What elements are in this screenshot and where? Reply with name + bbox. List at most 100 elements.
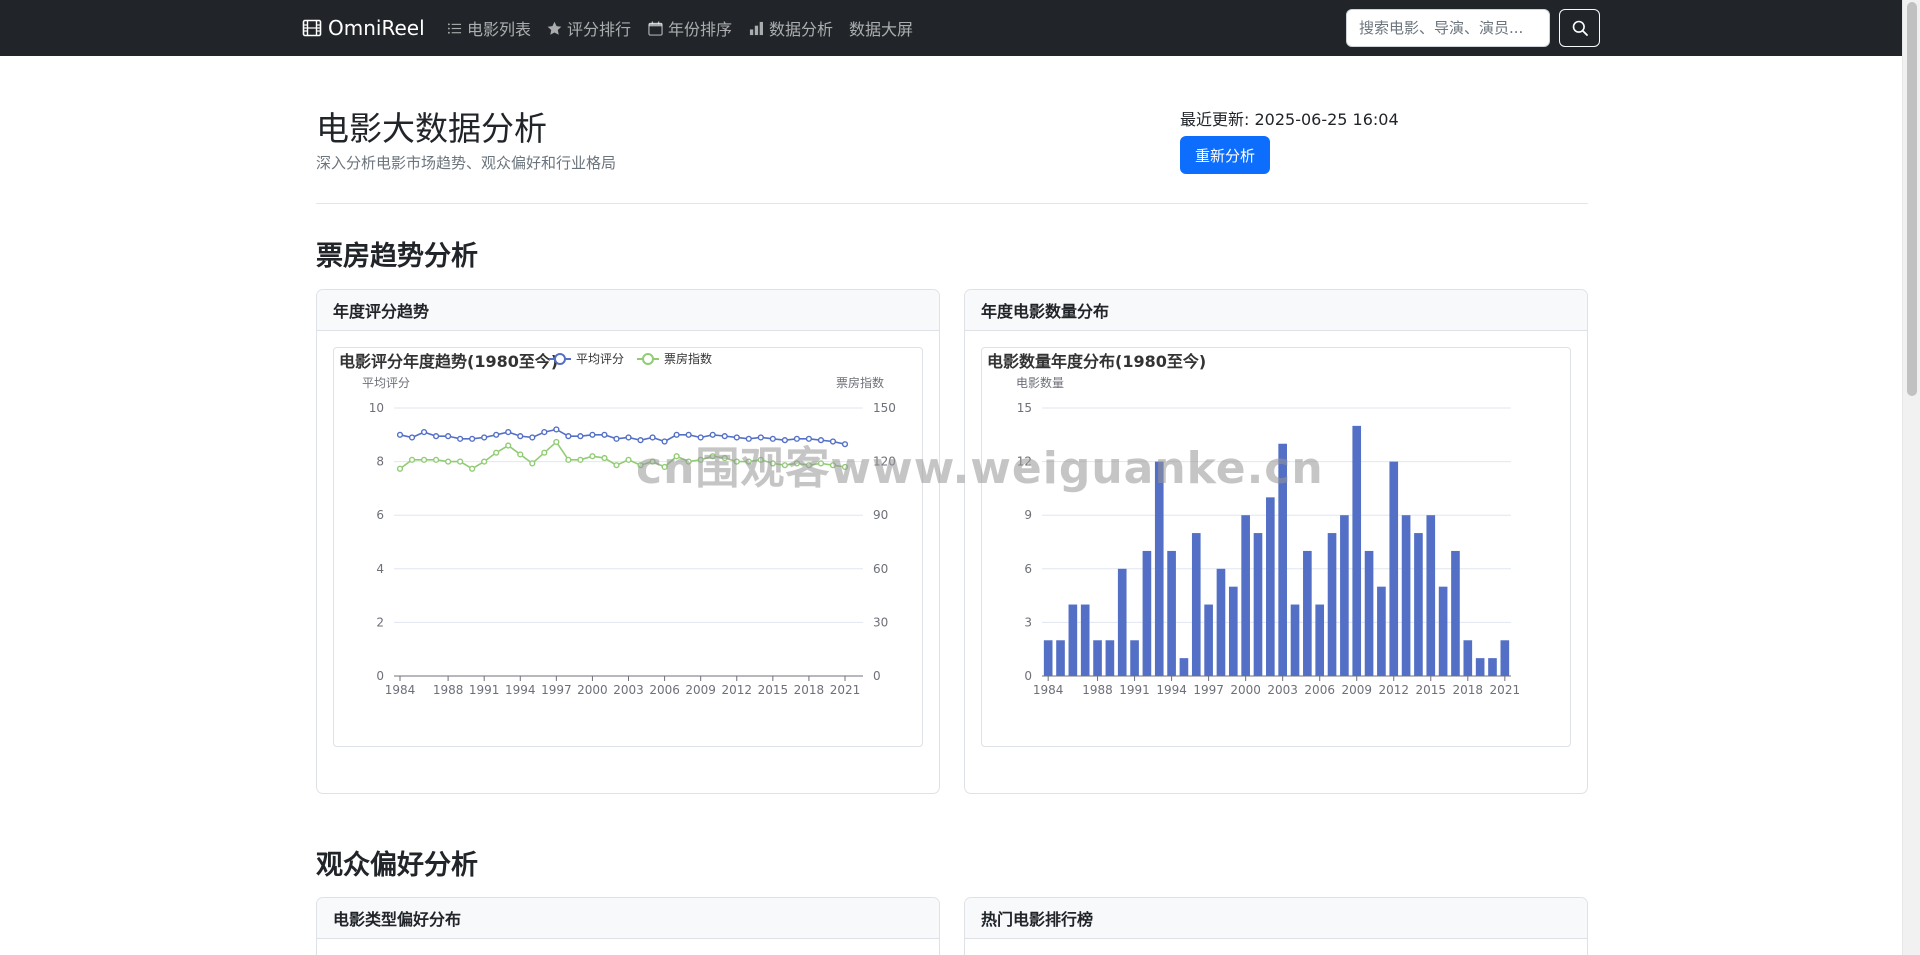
x-tick-label: 1984 <box>1033 683 1064 697</box>
data-point <box>841 463 849 471</box>
x-tick-label: 1984 <box>385 683 416 697</box>
y-tick-label: 6 <box>1024 562 1032 576</box>
data-point <box>505 429 512 436</box>
bar <box>1154 461 1164 676</box>
bar <box>1278 443 1287 676</box>
rating-trend-chart-box: 电影评分年度趋势(1980至今) 平均评分 票房指数 平均评分 票房指数 0 2 4 6 8 10 0… <box>333 347 923 747</box>
y-tick-label: 8 <box>376 455 384 469</box>
nav-data-screen[interactable]: 数据大屏 <box>849 17 913 39</box>
data-point <box>517 433 524 440</box>
data-point <box>781 462 788 469</box>
data-point <box>613 462 620 469</box>
data-point <box>493 431 500 438</box>
data-point <box>396 465 404 472</box>
search-button[interactable] <box>1559 9 1600 47</box>
last-update-text: 最近更新: 2025-06-25 16:04 <box>1180 110 1399 129</box>
reanalyze-button[interactable]: 重新分析 <box>1180 136 1270 174</box>
data-point <box>529 460 536 467</box>
data-point <box>408 434 416 441</box>
nav-rating-rank[interactable]: 评分排行 <box>547 17 631 39</box>
data-point <box>733 458 740 465</box>
bar <box>1414 533 1423 676</box>
bar <box>1364 550 1374 676</box>
data-point <box>709 453 716 460</box>
bar <box>1056 640 1065 676</box>
data-point <box>445 433 452 440</box>
data-point <box>481 458 488 465</box>
data-point <box>817 437 825 444</box>
x-tick-label: 1997 <box>541 683 572 697</box>
bar <box>1426 515 1436 676</box>
data-point <box>781 437 788 444</box>
data-point <box>637 437 644 444</box>
bar <box>1068 604 1078 676</box>
bar <box>1093 640 1102 676</box>
x-tick-label: 2009 <box>685 683 716 697</box>
top-navbar: OmniReel 电影列表 评分排行 年份排序 数据分析 数据大屏 搜索电影、导… <box>0 0 1902 56</box>
scrollbar-thumb[interactable] <box>1907 2 1917 396</box>
data-point <box>805 462 813 469</box>
data-point <box>505 442 512 449</box>
rating-trend-chart: 电影评分年度趋势(1980至今) 平均评分 票房指数平均评分 票房指数02468100… <box>339 351 896 697</box>
count-distribution-chart: 电影数量年度分布(1980至今) 电影数量 0 3 6 9 12 15 1984 1988 1991… <box>987 352 1520 697</box>
bar <box>1080 604 1090 676</box>
search-input[interactable] <box>1346 9 1550 47</box>
y-axis-label: 平均评分 <box>362 376 410 390</box>
data-point <box>829 438 837 445</box>
card-header-count-distribution: 年度电影数量分布 <box>965 290 1587 331</box>
data-point <box>432 433 440 440</box>
data-point <box>841 441 849 448</box>
legend-label: 平均评分 <box>576 352 624 366</box>
bar <box>1204 604 1213 676</box>
card-genre-preference: 电影类型偏好分布 <box>316 897 940 955</box>
card-header-genre-preference: 电影类型偏好分布 <box>317 898 939 939</box>
nav-year-sort-label: 年份排序 <box>668 20 733 39</box>
x-tick-label: 1994 <box>1156 683 1187 697</box>
data-point <box>817 460 825 467</box>
x-tick-label: 1997 <box>1193 683 1224 697</box>
nav-year-sort[interactable]: 年份排序 <box>648 17 732 39</box>
bar <box>1179 658 1189 676</box>
y2-axis-label: 票房指数 <box>836 375 884 390</box>
data-point <box>396 431 404 438</box>
data-point <box>661 438 668 445</box>
data-point <box>457 458 464 465</box>
data-point <box>649 434 656 441</box>
page-scrollbar[interactable] <box>1902 0 1920 955</box>
count-distribution-chart-box: 电影数量年度分布(1980至今) 电影数量 0 3 6 9 12 15 1984 1988 1991… <box>981 347 1571 747</box>
y-tick-label: 10 <box>369 401 384 415</box>
bar <box>1389 461 1399 676</box>
data-point <box>673 453 680 460</box>
x-tick-label: 1991 <box>469 683 500 697</box>
data-point <box>601 454 608 462</box>
x-tick-label: 2012 <box>721 683 752 697</box>
data-point <box>420 429 428 436</box>
data-point <box>529 434 536 441</box>
chart-title: 电影评分年度趋势(1980至今) <box>339 352 558 371</box>
data-point <box>565 456 572 463</box>
data-point <box>757 434 764 441</box>
series-line <box>399 440 846 470</box>
card-header-rating-trend: 年度评分趋势 <box>317 290 939 331</box>
data-point <box>733 434 740 441</box>
page-subtitle: 深入分析电影市场趋势、观众偏好和行业格局 <box>316 154 617 172</box>
nav-data-analysis[interactable]: 数据分析 <box>749 17 833 39</box>
data-point <box>793 460 800 467</box>
data-point <box>577 456 584 463</box>
bar <box>1500 640 1510 676</box>
bar <box>1438 586 1448 676</box>
brand-link[interactable]: OmniReel <box>302 14 425 42</box>
nav-movie-list[interactable]: 电影列表 <box>447 17 531 39</box>
card-header-hot-ranking: 热门电影排行榜 <box>965 898 1587 939</box>
nav-movie-list-label: 电影列表 <box>467 20 532 39</box>
x-tick-label: 2000 <box>1230 683 1261 697</box>
data-point <box>517 451 524 458</box>
bar <box>1451 550 1460 676</box>
legend-marker <box>554 353 566 365</box>
data-point <box>589 453 596 460</box>
x-tick-label: 2021 <box>830 683 861 697</box>
data-point <box>805 435 813 442</box>
bar <box>1315 604 1325 676</box>
y-tick-label: 9 <box>1024 508 1032 522</box>
data-point <box>661 463 668 471</box>
